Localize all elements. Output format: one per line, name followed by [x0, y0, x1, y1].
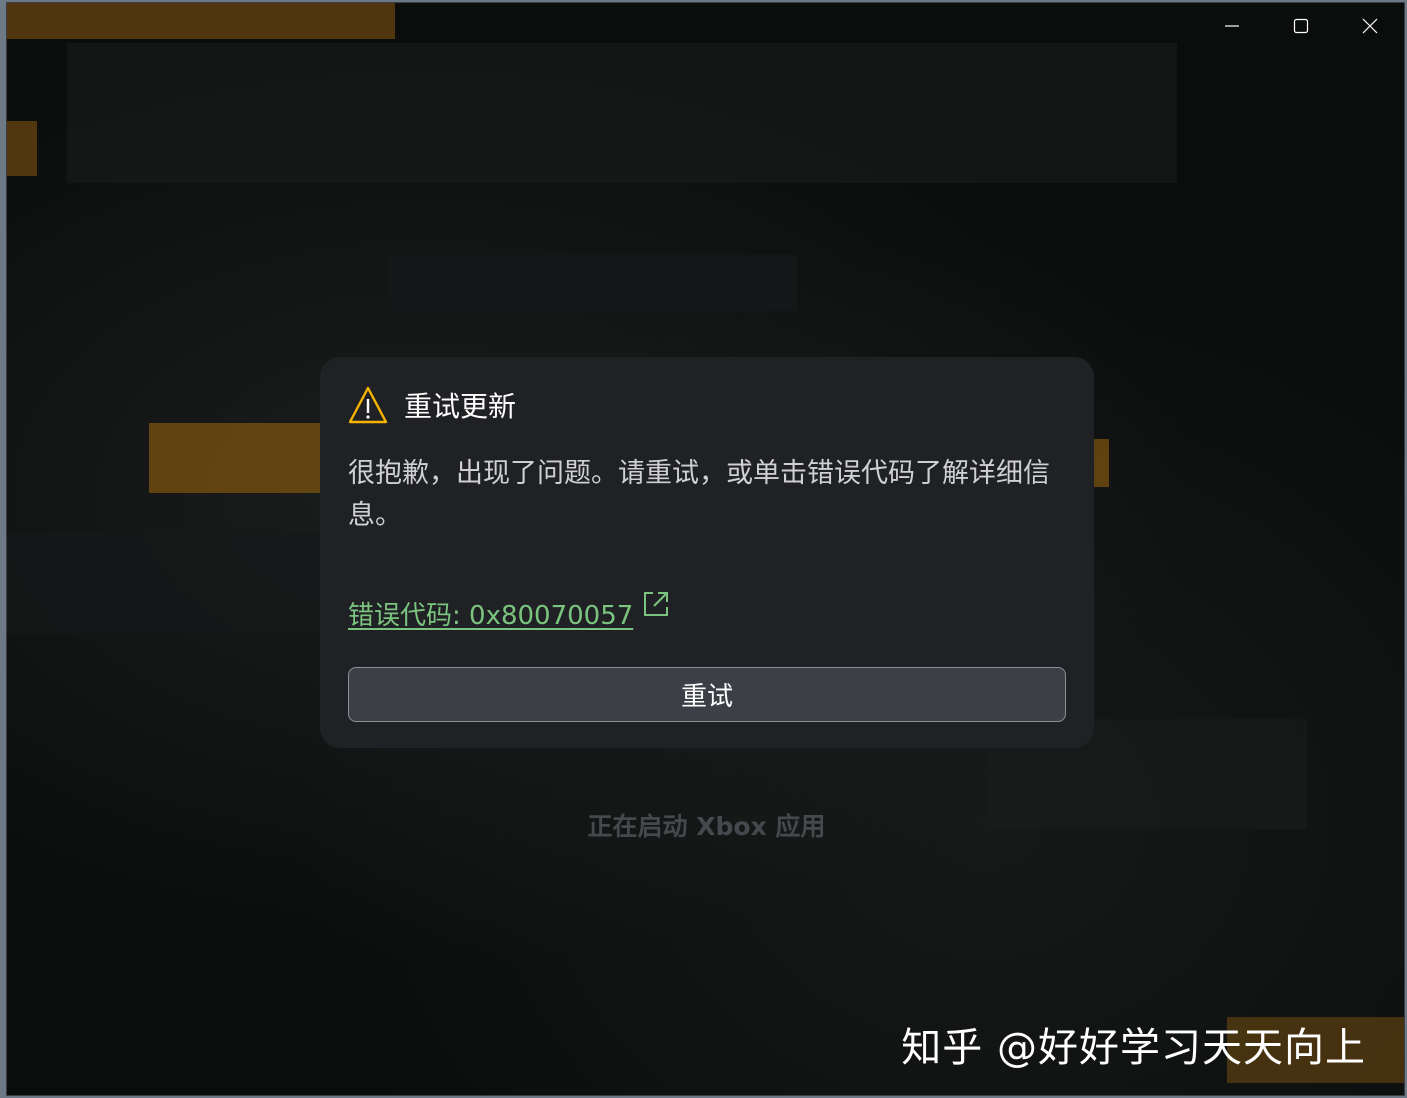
- background-orange-patch: [7, 121, 37, 176]
- minimize-button[interactable]: [1197, 3, 1266, 49]
- dialog-header: 重试更新: [348, 385, 516, 425]
- background-dark-panel: [67, 43, 1177, 183]
- warning-icon: [348, 386, 388, 424]
- dialog-message: 很抱歉，出现了问题。请重试，或单击错误代码了解详细信息。: [348, 458, 1050, 531]
- maximize-button[interactable]: [1266, 3, 1335, 49]
- watermark: 知乎 @好好学习天天向上: [901, 1025, 1366, 1071]
- xbox-app-window: 重试更新 很抱歉，出现了问题。请重试，或单击错误代码了解详细信息。 错误代码: …: [6, 2, 1405, 1096]
- error-code-link[interactable]: 错误代码: 0x80070057: [348, 592, 671, 632]
- dialog-title: 重试更新: [404, 390, 517, 423]
- minimize-icon: [1224, 25, 1239, 27]
- close-button[interactable]: [1335, 3, 1404, 49]
- background-panel: [387, 255, 797, 311]
- error-code-label: 错误代码: 0x80070057: [348, 601, 634, 631]
- close-icon: [1362, 18, 1377, 34]
- background-orange-strip: [7, 3, 395, 39]
- window-controls: [1197, 3, 1404, 49]
- retry-button[interactable]: 重试: [348, 667, 1066, 722]
- retry-update-dialog: 重试更新 很抱歉，出现了问题。请重试，或单击错误代码了解详细信息。 错误代码: …: [320, 357, 1094, 748]
- maximize-icon: [1293, 18, 1308, 34]
- background-orange-block: [149, 423, 329, 493]
- status-text: 正在启动 Xbox 应用: [587, 812, 826, 841]
- external-link-icon: [644, 592, 669, 616]
- background-panel-left: [7, 533, 327, 633]
